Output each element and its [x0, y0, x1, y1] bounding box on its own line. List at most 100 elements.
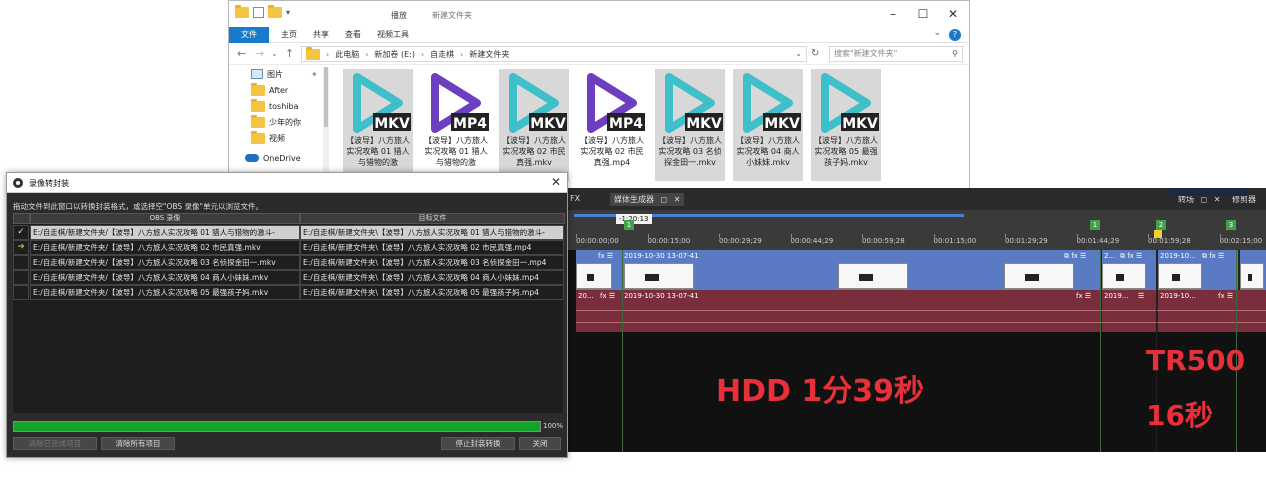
help-icon[interactable]: ?	[949, 29, 961, 41]
file-item[interactable]: MP4 【波导】八方旅人实况攻略 01 猎人与猎物的激	[421, 69, 491, 181]
close-button[interactable]: 关闭	[519, 437, 561, 450]
source-cell[interactable]: E:/自走棋/新建文件夹/【波导】八方旅人实况攻略 01 猎人与猎物的激斗-	[30, 225, 300, 240]
remux-instruction: 拖动文件到此窗口以转换封装格式，或选择空"OBS 录像"单元以浏览文件。	[13, 202, 263, 211]
file-name: 【波导】八方旅人实况攻略 04 商人小妹妹.mkv	[736, 136, 800, 167]
target-cell[interactable]: E:/自走棋/新建文件夹\【波导】八方旅人实况攻略 02 市民真强.mp4	[300, 240, 564, 255]
tab-media-generator[interactable]: 媒体生成器 ◻ ✕	[610, 193, 685, 206]
clip-video-fx-icon[interactable]: fx ☰	[598, 250, 613, 262]
tab-close-icon[interactable]: ✕	[674, 195, 681, 204]
address-bar[interactable]: › 此电脑 › 新加卷 (E:) › 自走棋 › 新建文件夹 ⌄	[301, 46, 807, 62]
thumbnail	[576, 263, 612, 289]
nav-item-after[interactable]: After	[251, 82, 289, 97]
refresh-icon[interactable]: ↻	[811, 48, 819, 59]
clip-audio-menu-icon[interactable]: ☰	[1138, 290, 1144, 302]
tab-fx[interactable]: FX	[570, 194, 580, 203]
tab-share[interactable]: 共享	[305, 27, 337, 43]
breadcrumb-current[interactable]: 新建文件夹	[469, 49, 509, 60]
remux-table[interactable]: OBS 录像 目标文件 ✓ E:/自走棋/新建文件夹/【波导】八方旅人实况攻略 0…	[13, 213, 565, 413]
tab-file[interactable]: 文件	[229, 27, 269, 43]
file-item[interactable]: MKV 【波导】八方旅人实况攻略 01 猎人与猎物的激	[343, 69, 413, 181]
tab-close-icon[interactable]: ✕	[1214, 195, 1221, 204]
search-input[interactable]: 搜索"新建文件夹" ⚲	[829, 46, 963, 62]
clear-finished-button[interactable]: 清除已完成项目	[13, 437, 97, 450]
context-tab-play[interactable]: 播放	[391, 10, 407, 21]
remux-progress-bar	[13, 421, 541, 432]
tab-view[interactable]: 查看	[337, 27, 369, 43]
file-item[interactable]: MKV 【波导】八方旅人实况攻略 02 市民真强.mkv	[499, 69, 569, 181]
marker-1[interactable]: 1	[624, 220, 634, 230]
tab-dock-icon[interactable]: ◻	[1201, 195, 1208, 204]
nav-item-onedrive[interactable]: OneDrive	[245, 151, 301, 165]
file-item[interactable]: MKV 【波导】八方旅人实况攻略 03 名侦探金田一.mkv	[655, 69, 725, 181]
pin-icon: ✦	[311, 69, 318, 79]
target-cell[interactable]: E:/自走棋/新建文件夹\【波导】八方旅人实况攻略 04 商人小妹妹.mp4	[300, 270, 564, 285]
source-cell[interactable]: E:/自走棋/新建文件夹/【波导】八方旅人实况攻略 03 名侦探金田一.mkv	[30, 255, 300, 270]
scrollbar-thumb[interactable]	[324, 67, 328, 127]
explorer-navbar: ← → ⌄ ↑ › 此电脑 › 新加卷 (E:) › 自走棋 › 新建文件夹 ⌄…	[229, 43, 969, 65]
window-title: 新建文件夹	[432, 11, 472, 20]
target-cell[interactable]: E:/自走棋/新建文件夹\【波导】八方旅人实况攻略 03 名侦探金田一.mp4	[300, 255, 564, 270]
up-icon[interactable]: ↑	[285, 47, 294, 60]
table-row[interactable]: E:/自走棋/新建文件夹/【波导】八方旅人实况攻略 05 最强孩子妈.mkv E:…	[13, 285, 565, 300]
breadcrumb-drive[interactable]: 新加卷 (E:)	[374, 49, 415, 60]
stop-remux-button[interactable]: 停止封装转换	[441, 437, 515, 450]
breadcrumb-this-pc[interactable]: 此电脑	[335, 49, 359, 60]
new-folder-icon[interactable]	[268, 5, 282, 18]
nav-item-shaonian[interactable]: 少年的你	[251, 114, 301, 129]
back-icon[interactable]: ←	[237, 47, 246, 60]
file-item[interactable]: MP4 【波导】八方旅人实况攻略 02 市民真强.mp4	[577, 69, 647, 181]
video-file-icon: MKV	[665, 73, 723, 133]
file-item[interactable]: MKV 【波导】八方旅人实况攻略 05 最强孩子妈.mkv	[811, 69, 881, 181]
target-cell[interactable]: E:/自走棋/新建文件夹\【波导】八方旅人实况攻略 05 最强孩子妈.mp4	[300, 285, 564, 300]
thumbnail	[624, 263, 694, 289]
video-track[interactable]: fx ☰ 2019-10-30 13-07-41 ⧉ fx ☰ 2... ⧉ f…	[576, 250, 1266, 290]
tab-dock-icon[interactable]: ◻	[661, 195, 668, 204]
table-row[interactable]: E:/自走棋/新建文件夹/【波导】八方旅人实况攻略 03 名侦探金田一.mkv E…	[13, 255, 565, 270]
file-item[interactable]: MKV 【波导】八方旅人实况攻略 04 商人小妹妹.mkv	[733, 69, 803, 181]
clear-all-button[interactable]: 清除所有项目	[101, 437, 175, 450]
close-button[interactable]: ✕	[939, 5, 967, 23]
breadcrumb-folder-zizouqi[interactable]: 自走棋	[430, 49, 454, 60]
nav-item-toshiba[interactable]: toshiba	[251, 98, 298, 113]
nav-item-label: After	[269, 85, 289, 95]
source-cell[interactable]: E:/自走棋/新建文件夹/【波导】八方旅人实况攻略 05 最强孩子妈.mkv	[30, 285, 300, 300]
customize-chevron-icon[interactable]: ▾	[286, 8, 290, 17]
tab-trimmer-label: 修剪器	[1232, 195, 1256, 204]
forward-icon[interactable]: →	[255, 47, 264, 60]
source-cell[interactable]: E:/自走棋/新建文件夹/【波导】八方旅人实况攻略 02 市民真强.mkv	[30, 240, 300, 255]
maximize-button[interactable]: ☐	[909, 5, 937, 23]
table-row[interactable]: ➜ E:/自走棋/新建文件夹/【波导】八方旅人实况攻略 02 市民真强.mkv E:…	[13, 240, 565, 255]
expand-ribbon-icon[interactable]: ⌄	[933, 28, 941, 38]
nav-pane-scrollbar[interactable]	[323, 67, 329, 177]
file-type-label: MKV	[530, 116, 566, 132]
marker-3[interactable]: 3	[1226, 220, 1236, 230]
audio-track[interactable]: 20... fx ☰ 2019-10-30 13-07-41 fx ☰ 2019…	[576, 290, 1266, 332]
nav-item-videos[interactable]: 视频	[251, 130, 285, 145]
clip-audio-fx-icon[interactable]: fx ☰	[600, 290, 615, 302]
folder-icon	[251, 98, 265, 112]
recent-locations-icon[interactable]: ⌄	[271, 49, 278, 58]
target-cell[interactable]: E:/自走棋/新建文件夹\【波导】八方旅人实况攻略 01 猎人与猎物的激斗-	[300, 225, 564, 240]
tab-video-tools[interactable]: 视频工具	[369, 27, 417, 43]
source-cell[interactable]: E:/自走棋/新建文件夹/【波导】八方旅人实况攻略 04 商人小妹妹.mkv	[30, 270, 300, 285]
clip-video-short-e: 2...	[1104, 252, 1116, 260]
marker-1b[interactable]: 1	[1090, 220, 1100, 230]
table-row[interactable]: ✓ E:/自走棋/新建文件夹/【波导】八方旅人实况攻略 01 猎人与猎物的激斗- E…	[13, 225, 565, 240]
clip-fx-icon-2[interactable]: ⧉ fx ☰	[1120, 250, 1142, 262]
nav-item-pictures[interactable]: 图片 ✦	[251, 67, 318, 81]
search-icon[interactable]: ⚲	[952, 47, 958, 61]
minimize-button[interactable]: –	[879, 5, 907, 23]
clip-fx-icon-3[interactable]: ⧉ fx ☰	[1202, 250, 1224, 262]
close-icon[interactable]: ✕	[551, 175, 561, 189]
timeline-ruler[interactable]: -1:20:13 1 1 2 3 00:00:00;00 00:00:15;00 0…	[566, 210, 1266, 250]
tab-home[interactable]: 主页	[273, 27, 305, 43]
waveform-line	[576, 310, 1266, 311]
clip-audio-fx-icon-3[interactable]: fx ☰	[1218, 290, 1233, 302]
address-dropdown-icon[interactable]: ⌄	[795, 49, 802, 58]
properties-icon[interactable]	[253, 7, 264, 18]
clip-crop-icon[interactable]: ⧉ fx ☰	[1064, 250, 1086, 262]
marker-2b[interactable]: 2	[1156, 220, 1166, 230]
table-row[interactable]: E:/自走棋/新建文件夹/【波导】八方旅人实况攻略 04 商人小妹妹.mkv E:…	[13, 270, 565, 285]
thumbnail	[1158, 263, 1202, 289]
clip-audio-fx-icon-2[interactable]: fx ☰	[1076, 290, 1091, 302]
